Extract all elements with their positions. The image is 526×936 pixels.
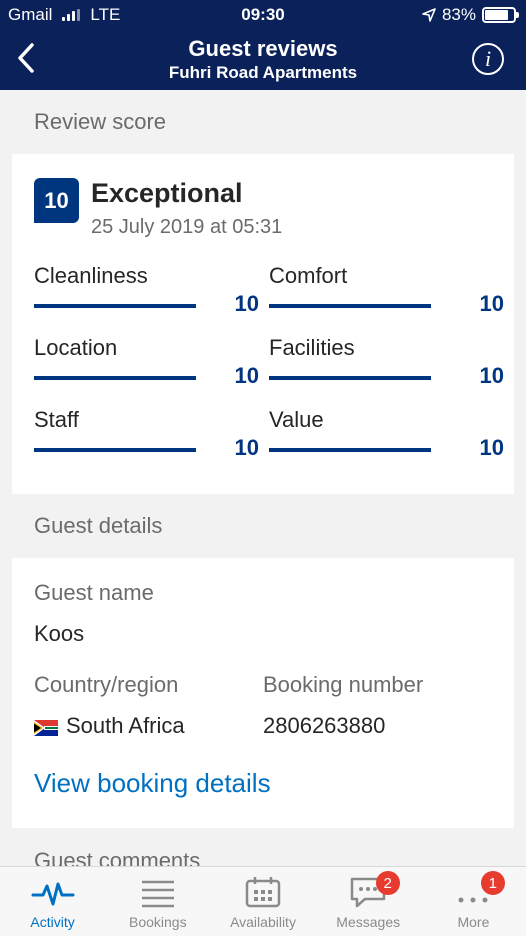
info-button[interactable]: i bbox=[472, 43, 504, 75]
category-ratings: Cleanliness 10 Comfort 10 Location 10 Fa… bbox=[34, 261, 504, 477]
location-arrow-icon bbox=[422, 8, 436, 22]
rating-bar bbox=[34, 376, 196, 380]
rating-value: 10 bbox=[479, 363, 504, 388]
review-score-card: 10 Exceptional 25 July 2019 at 05:31 Cle… bbox=[12, 154, 514, 494]
tab-activity[interactable]: Activity bbox=[0, 867, 105, 936]
guest-details-heading: Guest details bbox=[34, 513, 163, 538]
navigation-bar: Guest reviews Fuhri Road Apartments i bbox=[0, 30, 526, 90]
tab-messages[interactable]: Messages 2 bbox=[316, 867, 421, 936]
rating-label: Location bbox=[34, 335, 118, 360]
rating-value-category: Value 10 bbox=[269, 405, 504, 477]
rating-value: 10 bbox=[479, 435, 504, 460]
rating-staff: Staff 10 bbox=[34, 405, 269, 477]
rating-value: 10 bbox=[234, 435, 259, 460]
tab-label: Bookings bbox=[129, 914, 187, 930]
review-date: 25 July 2019 at 05:31 bbox=[91, 216, 283, 238]
tab-availability[interactable]: Availability bbox=[210, 867, 315, 936]
rating-value: 10 bbox=[234, 363, 259, 388]
rating-label: Staff bbox=[34, 407, 79, 432]
booking-number-label: Booking number bbox=[263, 672, 424, 697]
activity-icon bbox=[31, 882, 75, 906]
rating-label: Facilities bbox=[269, 335, 355, 360]
page-subtitle: Fuhri Road Apartments bbox=[168, 63, 358, 82]
score-word: Exceptional bbox=[91, 178, 243, 208]
signal-icon bbox=[62, 9, 81, 21]
booking-number: 2806263880 bbox=[263, 713, 386, 738]
country-name: South Africa bbox=[66, 713, 185, 738]
tab-bar: Activity Bookings Availability Messages … bbox=[0, 866, 526, 936]
rating-location: Location 10 bbox=[34, 333, 269, 405]
page-title: Guest reviews bbox=[188, 36, 338, 61]
more-badge: 1 bbox=[480, 871, 505, 895]
country-row: South Africa bbox=[34, 710, 263, 742]
list-icon bbox=[141, 880, 174, 908]
rating-bar bbox=[269, 304, 431, 308]
review-score-heading: Review score bbox=[34, 109, 167, 134]
tab-bookings[interactable]: Bookings bbox=[105, 867, 210, 936]
rating-bar bbox=[34, 448, 196, 452]
rating-value: 10 bbox=[479, 291, 504, 316]
messages-badge: 2 bbox=[375, 871, 400, 895]
guest-name: Koos bbox=[34, 621, 85, 646]
tab-more[interactable]: More 1 bbox=[421, 867, 526, 936]
guest-name-label: Guest name bbox=[34, 580, 154, 605]
rating-bar bbox=[34, 304, 196, 308]
country-label: Country/region bbox=[34, 672, 179, 697]
tab-label: Activity bbox=[30, 914, 75, 930]
view-booking-details-link[interactable]: View booking details bbox=[34, 766, 492, 800]
battery-icon bbox=[482, 7, 519, 23]
guest-details-card: Guest name Koos Country/region South Afr… bbox=[12, 558, 514, 828]
back-button[interactable] bbox=[6, 38, 46, 78]
status-bar: Gmail LTE 09:30 83% bbox=[0, 0, 526, 30]
tab-label: More bbox=[457, 914, 490, 930]
rating-facilities: Facilities 10 bbox=[269, 333, 504, 405]
rating-bar bbox=[269, 376, 431, 380]
tab-label: Availability bbox=[230, 914, 296, 930]
south-africa-flag-icon bbox=[34, 720, 58, 736]
rating-cleanliness: Cleanliness 10 bbox=[34, 261, 269, 333]
score-badge: 10 bbox=[34, 178, 79, 223]
rating-label: Cleanliness bbox=[34, 263, 148, 288]
rating-bar bbox=[269, 448, 431, 452]
top-bar: Gmail LTE 09:30 83% Guest reviews Fuhri … bbox=[0, 0, 526, 90]
rating-label: Comfort bbox=[269, 263, 348, 288]
rating-value: 10 bbox=[234, 291, 259, 316]
battery-percent: 83% bbox=[441, 5, 476, 24]
rating-label: Value bbox=[269, 407, 324, 432]
carrier-label: Gmail bbox=[8, 5, 53, 24]
info-icon: i bbox=[484, 46, 492, 71]
calendar-icon bbox=[245, 877, 281, 908]
tab-label: Messages bbox=[336, 914, 401, 930]
rating-comfort: Comfort 10 bbox=[269, 261, 504, 333]
network-label: LTE bbox=[90, 5, 121, 24]
chevron-left-icon bbox=[18, 43, 34, 73]
